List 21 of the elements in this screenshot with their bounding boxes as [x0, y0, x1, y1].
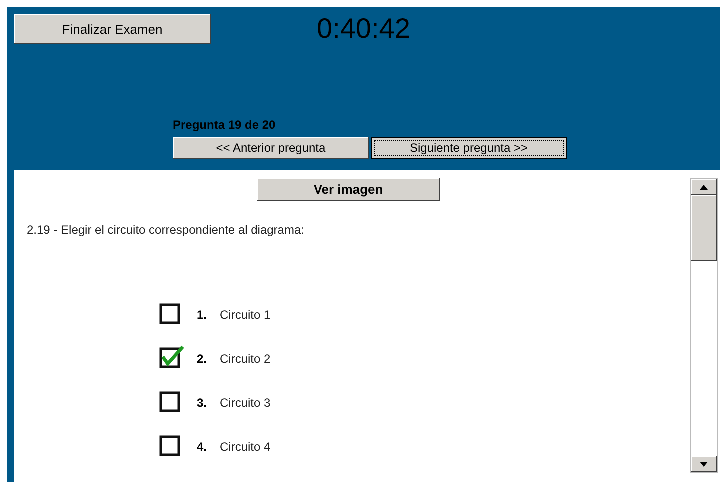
scroll-thumb[interactable] — [691, 195, 717, 261]
up-arrow-icon — [700, 184, 708, 190]
option-label: Circuito 3 — [220, 395, 271, 410]
down-arrow-icon — [700, 462, 708, 466]
option-number: 2. — [197, 351, 208, 366]
finish-exam-button[interactable]: Finalizar Examen — [14, 14, 211, 44]
option-label: Circuito 4 — [220, 439, 271, 454]
scroll-up-button[interactable] — [691, 179, 717, 195]
option-number: 1. — [197, 307, 208, 322]
view-image-button[interactable]: Ver imagen — [257, 178, 440, 201]
nav-button[interactable]: Siguiente pregunta >> — [371, 137, 567, 159]
scrollbar[interactable] — [690, 178, 718, 473]
question-counter: Pregunta 19 de 20 — [173, 118, 277, 134]
nav-button[interactable]: << Anterior pregunta — [173, 137, 369, 159]
option-number: 3. — [197, 395, 208, 410]
scroll-down-button[interactable] — [691, 456, 717, 472]
option-label: Circuito 1 — [220, 307, 271, 322]
question-text: 2.19 - Elegir el circuito correspondiente al diagrama: — [27, 223, 306, 237]
option-number: 4. — [197, 439, 208, 454]
timer: 0:40:42 — [317, 13, 410, 45]
option-label: Circuito 2 — [220, 351, 271, 366]
